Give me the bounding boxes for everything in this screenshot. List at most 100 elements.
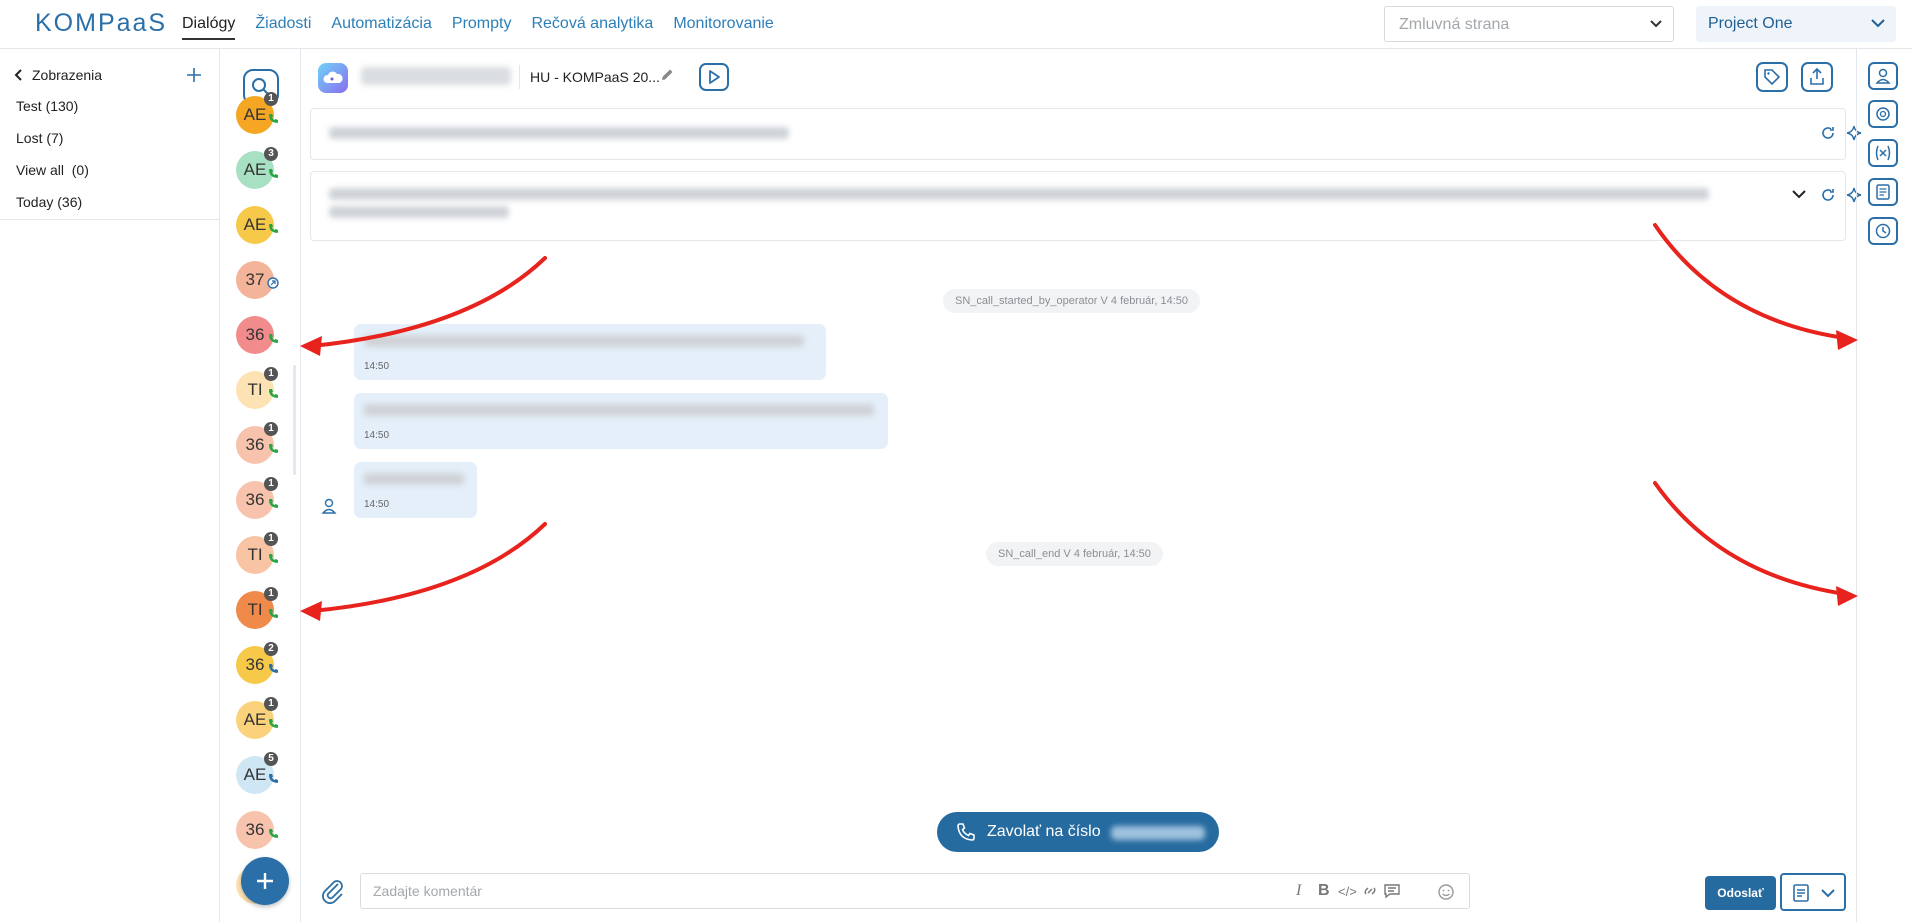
conversation-avatar[interactable]: AE 1: [236, 697, 278, 739]
nav-recova-analytika[interactable]: Rečová analytika: [531, 0, 653, 48]
new-conversation-button[interactable]: [241, 857, 289, 905]
avatar-initials: 36: [245, 655, 265, 674]
conversation-avatar[interactable]: 36: [236, 316, 278, 354]
divider: [0, 219, 219, 220]
redacted-message-text: [364, 473, 464, 485]
document-icon: [1793, 884, 1809, 902]
outgoing-call-icon: [267, 100, 279, 138]
conversation-list: AE1AE3AE3736TI1361361TI1TI1362AE1AE53687: [220, 49, 301, 922]
avatar-initials: TI: [247, 380, 263, 399]
conversation-avatar[interactable]: 36 2: [236, 642, 278, 684]
play-recording-button[interactable]: [699, 63, 729, 91]
app-logo[interactable]: KOMPaaS: [35, 9, 167, 38]
message-bubble: 14:50: [354, 462, 477, 518]
scrollbar[interactable]: [293, 365, 296, 475]
conversation-avatar[interactable]: TI 1: [236, 367, 278, 409]
nav-dialogy[interactable]: Dialógy: [182, 0, 236, 48]
view-item-today[interactable]: Today (36): [16, 190, 89, 222]
ai-assistant-button[interactable]: [1868, 100, 1898, 128]
avatar-initials: AE: [243, 765, 267, 784]
system-event: SN_call_end V 4 február, 14:50: [986, 542, 1163, 566]
outgoing-call-icon: [267, 430, 279, 468]
view-item-lost[interactable]: Lost (7): [16, 126, 89, 158]
message-bubble: 14:50: [354, 324, 826, 380]
notes-button[interactable]: [1868, 178, 1898, 206]
chevron-down-icon[interactable]: [1791, 188, 1807, 200]
comment-input[interactable]: [371, 882, 1275, 900]
redacted-detail-text: [329, 188, 1709, 200]
project-select[interactable]: Project One: [1696, 6, 1896, 42]
message-time: 14:50: [364, 499, 390, 510]
outgoing-call-icon: [267, 210, 279, 248]
nav-ziadosti[interactable]: Žiadosti: [255, 0, 311, 48]
conversation-avatar[interactable]: 37: [236, 261, 279, 299]
export-button[interactable]: [1801, 62, 1833, 92]
variables-button[interactable]: [1868, 139, 1898, 167]
send-button[interactable]: Odoslať: [1705, 876, 1776, 910]
bold-icon[interactable]: B: [1318, 882, 1330, 900]
chevron-down-icon: [1871, 19, 1885, 28]
templates-dropdown-button[interactable]: [1780, 873, 1846, 911]
contact-panel-button[interactable]: [1868, 62, 1898, 90]
conversation-avatar[interactable]: AE 5: [236, 752, 278, 794]
avatar-initials: 36: [245, 490, 265, 509]
view-list: Test (130) Lost (7) View all (0) Today (…: [16, 94, 89, 222]
ai-summary-box: [310, 108, 1862, 160]
phone-icon: [957, 823, 975, 841]
emoji-icon[interactable]: [1437, 883, 1455, 901]
clock-icon: [1875, 223, 1891, 239]
edit-icon[interactable]: [659, 67, 675, 83]
conversation-avatar[interactable]: TI 1: [236, 587, 278, 629]
code-icon[interactable]: </>: [1338, 884, 1357, 899]
add-view-icon[interactable]: [186, 67, 202, 83]
redacted-message-text: [364, 335, 804, 347]
conversation-avatar[interactable]: AE 1: [236, 92, 278, 134]
incoming-call-icon: [267, 760, 279, 798]
contract-party-input[interactable]: [1397, 15, 1641, 35]
conversation-avatar[interactable]: AE 3: [236, 147, 278, 189]
nav-prompty[interactable]: Prompty: [452, 0, 512, 48]
conversation-avatar[interactable]: 36 1: [236, 422, 278, 464]
right-toolbar: [1856, 49, 1912, 922]
call-number-button[interactable]: Zavolať na číslo: [937, 812, 1219, 852]
attachment-icon[interactable]: [318, 876, 348, 906]
redacted-phone-number: [1111, 826, 1205, 840]
chevron-down-icon: [1821, 889, 1835, 898]
avatar-initials: 36: [245, 435, 265, 454]
conversation-avatar[interactable]: AE: [236, 206, 278, 244]
quote-icon[interactable]: [1383, 883, 1401, 899]
avatar-initials: 36: [245, 325, 265, 344]
view-item-view-all[interactable]: View all (0): [16, 158, 89, 190]
avatar-initials: TI: [247, 600, 263, 619]
view-item-test[interactable]: Test (130): [16, 94, 89, 126]
contract-party-select[interactable]: [1384, 6, 1674, 42]
conversation-avatar[interactable]: 36: [236, 811, 278, 849]
chevron-left-icon[interactable]: [14, 68, 24, 82]
redirect-icon: [267, 265, 279, 303]
avatar-initials: AE: [243, 710, 267, 729]
refresh-icon[interactable]: [1819, 186, 1837, 204]
comment-field[interactable]: I B </>: [360, 873, 1470, 909]
chevron-down-icon: [1650, 20, 1662, 28]
message-time: 14:50: [364, 361, 390, 372]
tag-button[interactable]: [1756, 62, 1788, 92]
history-button[interactable]: [1868, 217, 1898, 245]
link-icon[interactable]: [1361, 883, 1379, 899]
nav-monitorovanie[interactable]: Monitorovanie: [673, 0, 774, 48]
user-icon: [1875, 68, 1891, 84]
refresh-icon[interactable]: [1819, 124, 1837, 142]
views-header: Zobrazenia: [32, 67, 103, 83]
italic-icon[interactable]: I: [1296, 882, 1301, 900]
conversation-avatar[interactable]: 36 1: [236, 477, 278, 519]
main-nav: Dialógy Žiadosti Automatizácia Prompty R…: [182, 0, 774, 48]
redacted-message-text: [364, 404, 874, 416]
project-select-label: Project One: [1708, 15, 1793, 32]
system-event: SN_call_started_by_operator V 4 február,…: [943, 289, 1200, 313]
contact-name-redacted: [361, 67, 511, 85]
redacted-summary-text: [329, 127, 789, 139]
conversation-avatar[interactable]: TI 1: [236, 532, 278, 574]
plus-icon: [257, 873, 273, 889]
outgoing-call-icon: [267, 155, 279, 193]
nav-automatizacia[interactable]: Automatizácia: [331, 0, 432, 48]
avatar-initials: AE: [243, 215, 267, 234]
